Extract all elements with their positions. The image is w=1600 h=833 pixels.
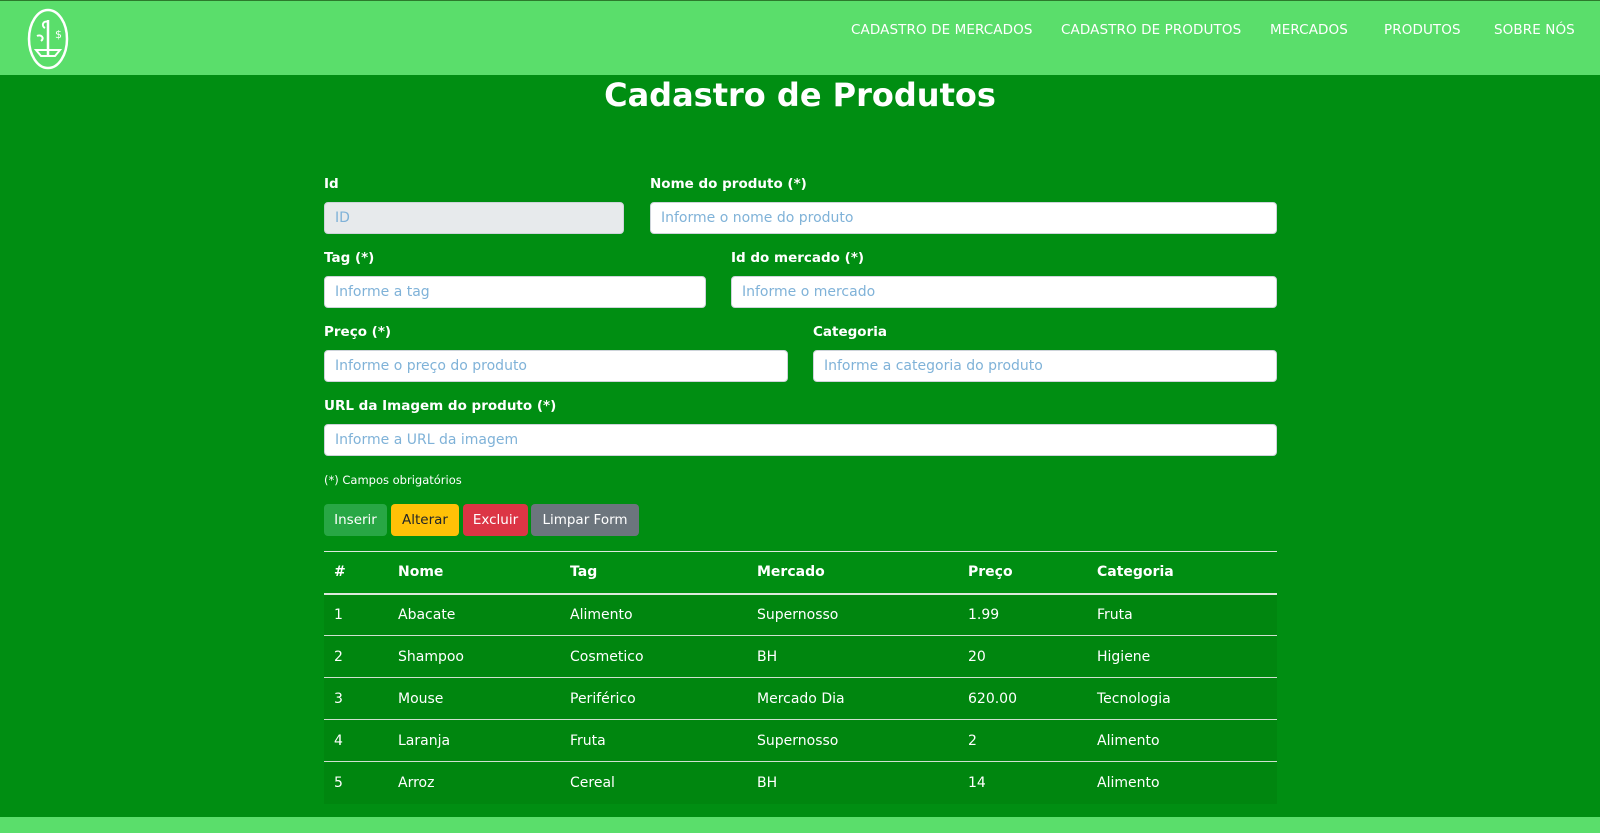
excluir-button[interactable]: Excluir xyxy=(463,504,528,536)
nav-cadastro-produtos[interactable]: CADASTRO DE PRODUTOS xyxy=(1061,22,1241,38)
svg-text:$: $ xyxy=(55,28,62,41)
table-row[interactable]: 1 Abacate Alimento Supernosso 1.99 Fruta xyxy=(324,593,1277,636)
mercado-field[interactable] xyxy=(731,276,1277,308)
cell-mercado: BH xyxy=(757,648,778,665)
preco-field[interactable] xyxy=(324,350,788,382)
cell-nome: Mouse xyxy=(398,690,444,707)
cell-categoria: Alimento xyxy=(1097,732,1160,749)
inserir-button[interactable]: Inserir xyxy=(324,504,387,536)
cell-preco: 14 xyxy=(968,774,986,791)
required-note: (*) Campos obrigatórios xyxy=(324,473,462,487)
nome-field[interactable] xyxy=(650,202,1277,234)
id-label: Id xyxy=(324,176,339,192)
col-header-nome: Nome xyxy=(398,564,444,581)
cell-preco: 2 xyxy=(968,732,977,749)
cell-categoria: Fruta xyxy=(1097,606,1133,623)
id-field[interactable] xyxy=(324,202,624,234)
nome-label: Nome do produto (*) xyxy=(650,176,807,192)
cell-mercado: Supernosso xyxy=(757,606,839,623)
cell-preco: 1.99 xyxy=(968,606,1000,623)
nav-cadastro-mercados[interactable]: CADASTRO DE MERCADOS xyxy=(851,22,1033,38)
cell-nome: Shampoo xyxy=(398,648,464,665)
cell-id: 3 xyxy=(334,690,343,707)
url-field[interactable] xyxy=(324,424,1277,456)
nav-sobre-nos[interactable]: SOBRE NÓS xyxy=(1494,22,1575,38)
produtos-table: # Nome Tag Mercado Preço Categoria 1 Aba… xyxy=(324,551,1277,804)
cell-preco: 20 xyxy=(968,648,986,665)
cell-nome: Abacate xyxy=(398,606,456,623)
cell-tag: Fruta xyxy=(570,732,606,749)
cell-tag: Periférico xyxy=(570,690,636,707)
alterar-button[interactable]: Alterar xyxy=(391,504,459,536)
col-header-categoria: Categoria xyxy=(1097,564,1174,581)
table-row[interactable]: 4 Laranja Fruta Supernosso 2 Alimento xyxy=(324,719,1277,762)
tag-field[interactable] xyxy=(324,276,706,308)
cell-categoria: Tecnologia xyxy=(1097,690,1171,707)
logo-icon[interactable]: $ xyxy=(27,8,69,70)
cell-preco: 620.00 xyxy=(968,690,1017,707)
mercado-label: Id do mercado (*) xyxy=(731,250,865,266)
cell-tag: Alimento xyxy=(570,606,633,623)
cell-mercado: Supernosso xyxy=(757,732,839,749)
cell-tag: Cereal xyxy=(570,774,615,791)
cell-mercado: BH xyxy=(757,774,778,791)
col-header-preco: Preço xyxy=(968,564,1013,581)
cell-categoria: Alimento xyxy=(1097,774,1160,791)
cell-id: 5 xyxy=(334,774,343,791)
cell-nome: Laranja xyxy=(398,732,451,749)
cell-tag: Cosmetico xyxy=(570,648,644,665)
cell-nome: Arroz xyxy=(398,774,435,791)
footer-bar xyxy=(0,817,1600,833)
col-header-mercado: Mercado xyxy=(757,564,825,581)
nav-mercados[interactable]: MERCADOS xyxy=(1270,22,1348,38)
cell-id: 2 xyxy=(334,648,343,665)
table-row[interactable]: 3 Mouse Periférico Mercado Dia 620.00 Te… xyxy=(324,677,1277,720)
table-header-row: # Nome Tag Mercado Preço Categoria xyxy=(324,551,1277,594)
page-title: Cadastro de Produtos xyxy=(604,76,996,114)
cell-mercado: Mercado Dia xyxy=(757,690,845,707)
url-label: URL da Imagem do produto (*) xyxy=(324,398,557,414)
navbar: $ CADASTRO DE MERCADOS CADASTRO DE PRODU… xyxy=(0,1,1600,75)
table-row[interactable]: 5 Arroz Cereal BH 14 Alimento xyxy=(324,761,1277,804)
table-row[interactable]: 2 Shampoo Cosmetico BH 20 Higiene xyxy=(324,635,1277,678)
limpar-form-button[interactable]: Limpar Form xyxy=(531,504,639,536)
tag-label: Tag (*) xyxy=(324,250,375,266)
cell-id: 1 xyxy=(334,606,343,623)
col-header-tag: Tag xyxy=(570,564,598,581)
nav-produtos[interactable]: PRODUTOS xyxy=(1384,22,1461,38)
col-header-id: # xyxy=(334,564,346,581)
categoria-label: Categoria xyxy=(813,324,887,340)
preco-label: Preço (*) xyxy=(324,324,392,340)
cell-categoria: Higiene xyxy=(1097,648,1151,665)
cell-id: 4 xyxy=(334,732,343,749)
categoria-field[interactable] xyxy=(813,350,1277,382)
